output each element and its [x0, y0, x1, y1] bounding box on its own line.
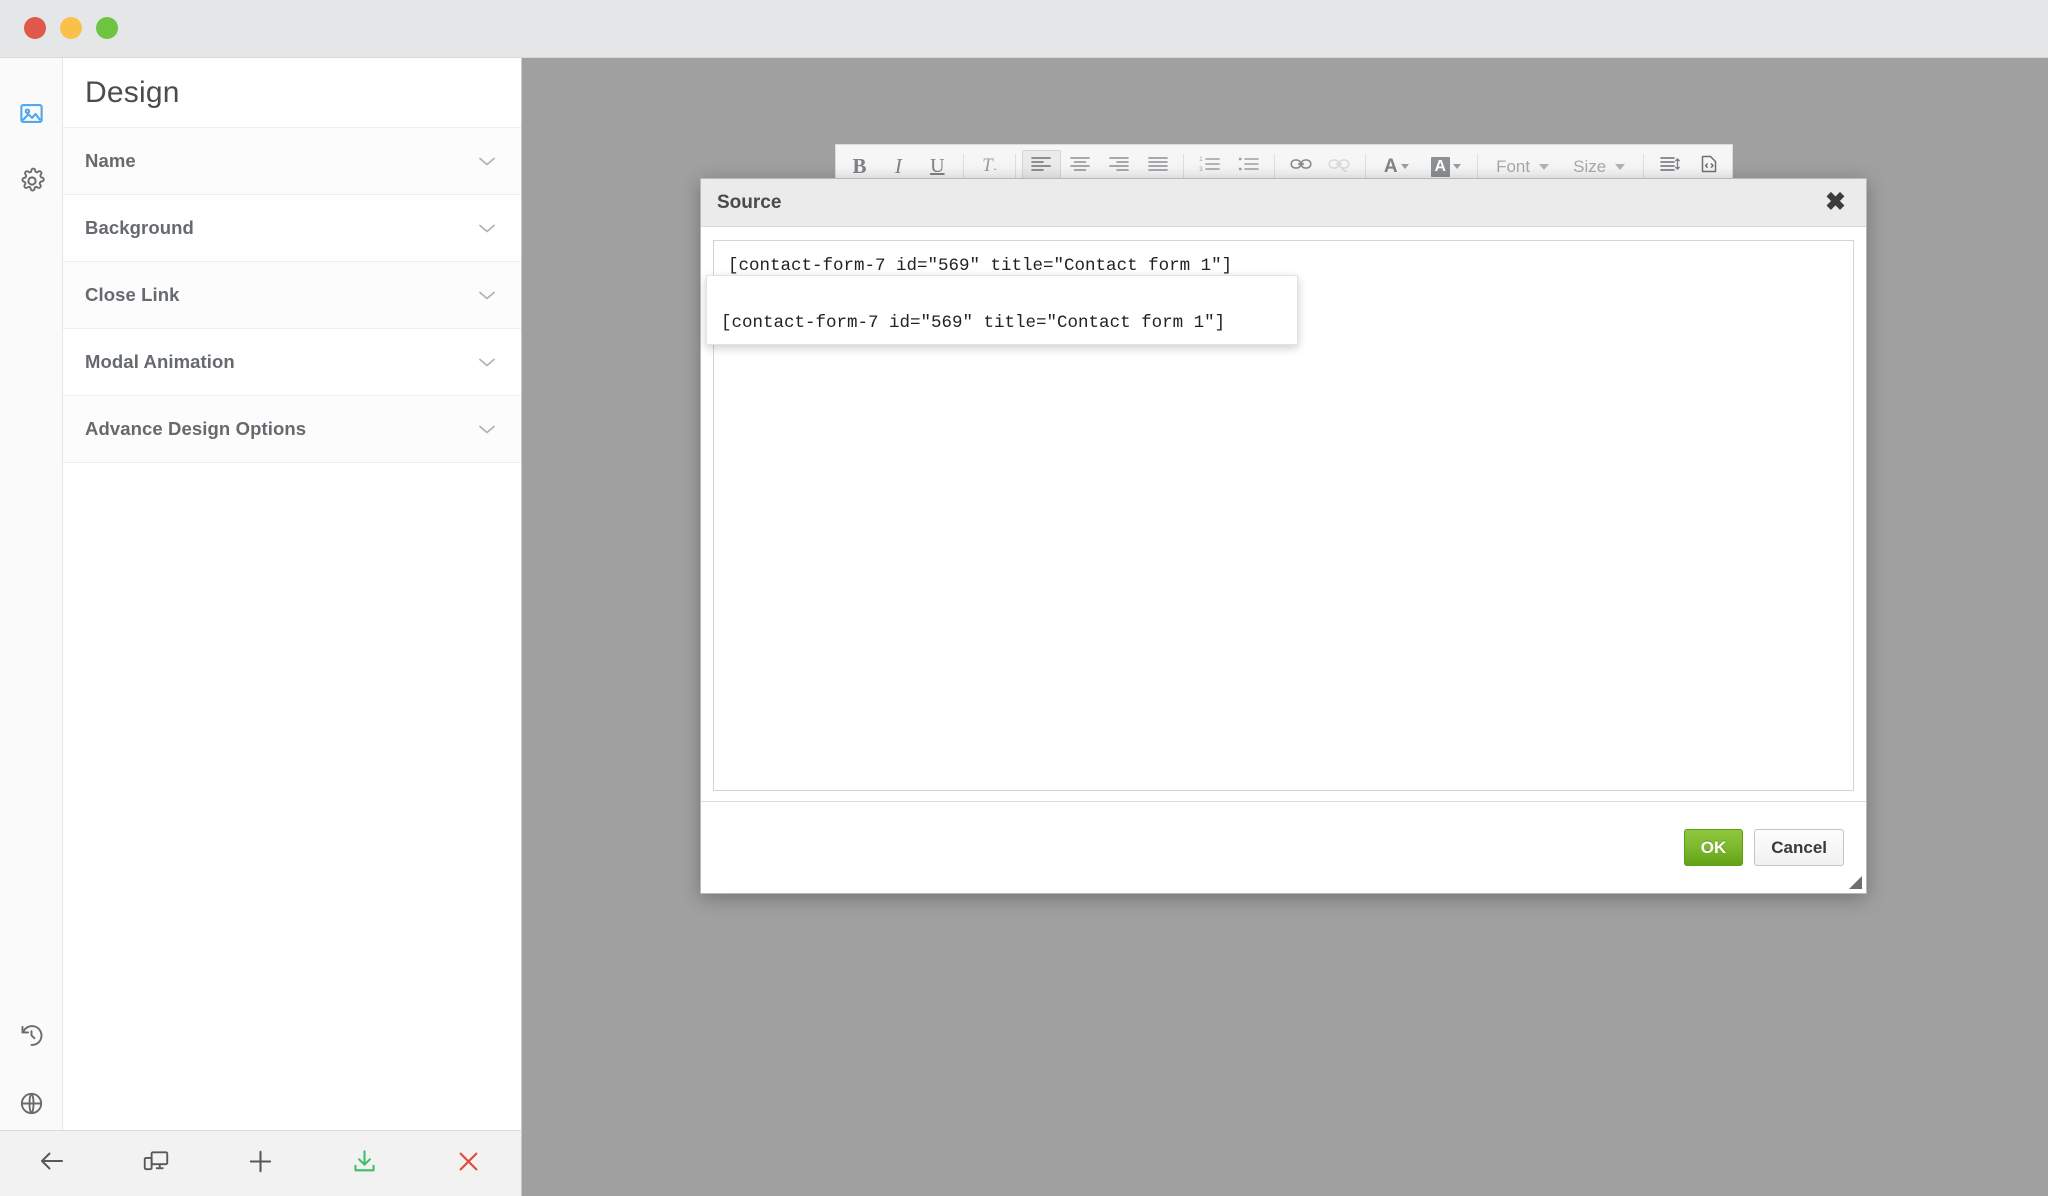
dialog-footer: OK Cancel: [701, 801, 1866, 893]
close-button[interactable]: [417, 1131, 521, 1196]
accordion-section-advance-design-options[interactable]: Advance Design Options: [63, 396, 521, 463]
icon-rail: [0, 58, 63, 1130]
responsive-preview-button[interactable]: [104, 1131, 208, 1196]
source-popup-text: [contact-form-7 id="569" title="Contact …: [721, 313, 1226, 333]
globe-icon: [18, 1090, 45, 1117]
toolbar-separator: [1364, 153, 1366, 180]
accordion-label: Advance Design Options: [85, 418, 307, 439]
page-title: Design: [63, 58, 521, 128]
arrow-left-icon: [37, 1146, 67, 1181]
unlink-icon: [1328, 155, 1351, 178]
remove-format-icon: Tˇ: [982, 154, 997, 179]
accordion-label: Close Link: [85, 284, 180, 305]
rail-item-global[interactable]: [0, 1074, 63, 1132]
dialog-titlebar[interactable]: Source ✖: [701, 179, 1866, 227]
numbered-list-icon: 1 3: [1199, 155, 1221, 178]
accordion-section-background[interactable]: Background: [63, 195, 521, 262]
toolbar-separator: [1274, 153, 1276, 180]
back-button[interactable]: [0, 1131, 104, 1196]
design-panel: Design Name Background Close Link Modal …: [63, 58, 522, 1130]
accordion-label: Name: [85, 150, 136, 171]
cancel-button[interactable]: Cancel: [1754, 829, 1844, 866]
toolbar-separator: [962, 153, 964, 180]
image-icon: [18, 100, 45, 127]
plus-icon: [245, 1146, 276, 1182]
chevron-down-icon: [1615, 163, 1626, 170]
maximize-window-button[interactable]: [96, 17, 118, 39]
add-button[interactable]: [208, 1131, 312, 1196]
source-code-icon: [1699, 154, 1719, 180]
close-window-button[interactable]: [24, 17, 46, 39]
toolbar-separator: [1183, 153, 1185, 180]
gear-icon: [18, 167, 46, 195]
resize-grip[interactable]: [1849, 876, 1862, 889]
minimize-window-button[interactable]: [60, 17, 82, 39]
link-icon: [1289, 155, 1312, 178]
dialog-title: Source: [717, 191, 782, 213]
history-icon: [18, 1022, 45, 1049]
align-justify-icon: [1147, 155, 1168, 178]
responsive-preview-icon: [141, 1146, 171, 1181]
line-height-icon: [1659, 155, 1680, 178]
chevron-down-icon: [1453, 164, 1462, 169]
accordion-section-modal-animation[interactable]: Modal Animation: [63, 329, 521, 396]
italic-icon: I: [894, 154, 902, 178]
download-icon: [350, 1147, 379, 1181]
accordion-section-name[interactable]: Name: [63, 128, 521, 195]
accordion-label: Modal Animation: [85, 351, 235, 372]
chevron-down-icon: [477, 356, 497, 368]
toolbar-separator: [1643, 153, 1645, 180]
rail-item-settings[interactable]: [0, 152, 63, 210]
underline-icon: U: [930, 155, 945, 177]
font-dropdown-label: Font: [1496, 156, 1531, 176]
source-value-popup: [contact-form-7 id="569" title="Contact …: [706, 275, 1298, 345]
size-dropdown-label: Size: [1573, 156, 1607, 176]
rail-item-design[interactable]: [0, 84, 63, 142]
window-titlebar: [0, 0, 2048, 58]
source-dialog: Source ✖ [contact-form-7 id="569" title=…: [700, 178, 1867, 894]
window-controls: [24, 17, 118, 39]
chevron-down-icon: [477, 155, 497, 167]
chevron-down-icon: [1400, 164, 1409, 169]
chevron-down-icon: [477, 289, 497, 301]
background-color-icon: A: [1430, 156, 1451, 177]
bold-icon: B: [852, 154, 867, 178]
align-right-icon: [1109, 155, 1129, 178]
accordion-label: Background: [85, 217, 194, 238]
bulleted-list-icon: [1238, 155, 1259, 178]
svg-text:1: 1: [1200, 157, 1204, 163]
chevron-down-icon: [477, 423, 497, 435]
chevron-down-icon: [477, 222, 497, 234]
svg-text:3: 3: [1200, 167, 1204, 172]
chevron-down-icon: [1539, 163, 1550, 170]
close-icon[interactable]: ✖: [1823, 190, 1848, 215]
bottom-toolbar: [0, 1130, 522, 1196]
dialog-body: [contact-form-7 id="569" title="Contact …: [701, 227, 1866, 802]
save-button[interactable]: [313, 1131, 417, 1196]
toolbar-separator: [1477, 153, 1479, 180]
text-color-icon: A: [1383, 155, 1398, 177]
accordion-section-close-link[interactable]: Close Link: [63, 262, 521, 329]
ok-button[interactable]: OK: [1683, 829, 1744, 866]
toolbar-separator: [1014, 153, 1016, 180]
align-center-icon: [1070, 155, 1090, 178]
rail-item-revisions[interactable]: [0, 1006, 63, 1064]
close-x-icon: [454, 1147, 483, 1181]
align-left-icon: [1031, 155, 1051, 178]
